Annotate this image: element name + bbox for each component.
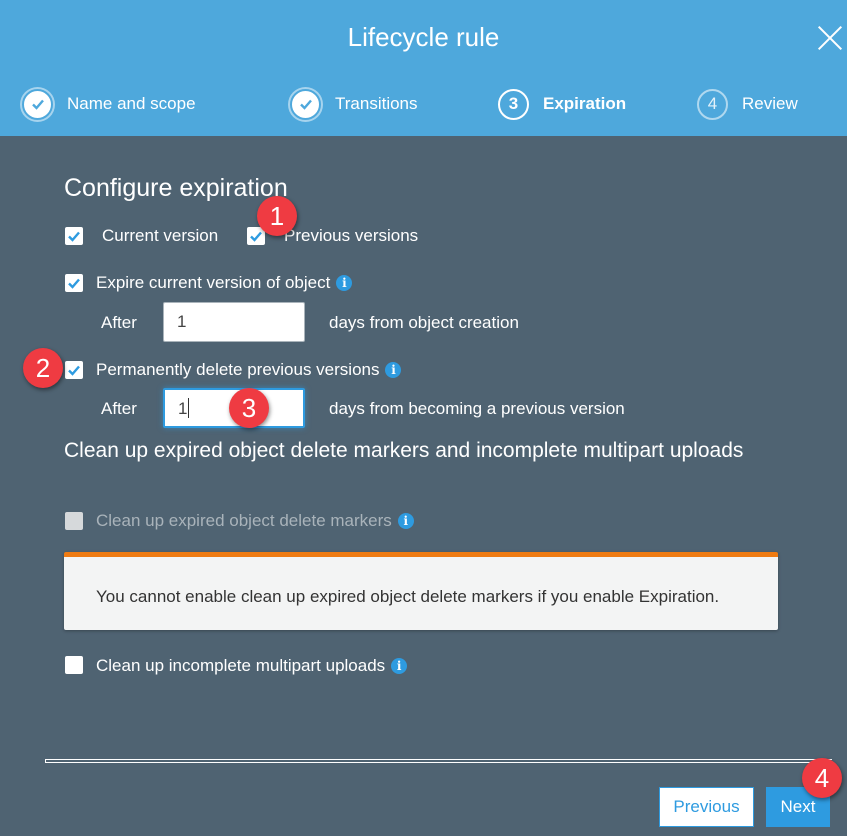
delete-previous-label: Permanently delete previous versions i — [96, 360, 402, 380]
previous-button[interactable]: Previous — [659, 787, 754, 827]
check-circle-icon — [290, 88, 321, 120]
step-label: Review — [742, 94, 798, 113]
step-transitions[interactable]: Transitions — [290, 88, 418, 120]
annotation-badge-3: 3 — [229, 388, 269, 428]
delete-markers-text: Clean up expired object delete markers — [96, 511, 392, 530]
input-value: 1 — [178, 399, 188, 418]
warning-alert: You cannot enable clean up expired objec… — [64, 552, 778, 630]
info-icon[interactable]: i — [336, 275, 353, 291]
info-icon[interactable]: i — [391, 658, 408, 674]
expire-current-text: Expire current version of object — [96, 273, 331, 292]
info-icon[interactable]: i — [397, 513, 414, 529]
delete-previous-checkbox[interactable] — [65, 361, 83, 379]
annotation-badge-2: 2 — [23, 348, 63, 388]
configure-expiration-heading: Configure expiration — [64, 174, 288, 202]
info-icon[interactable]: i — [385, 362, 402, 378]
multipart-text: Clean up incomplete multipart uploads — [96, 656, 386, 675]
cleanup-heading: Clean up expired object delete markers a… — [64, 439, 744, 462]
expire-current-suffix: days from object creation — [329, 313, 519, 332]
expire-current-checkbox[interactable] — [65, 274, 83, 292]
expire-current-days-input[interactable]: 1 — [163, 302, 305, 342]
check-circle-icon — [22, 88, 53, 120]
step-expiration[interactable]: 3 Expiration — [498, 88, 626, 120]
delete-markers-checkbox[interactable] — [65, 512, 83, 530]
multipart-checkbox[interactable] — [65, 656, 83, 674]
delete-previous-suffix: days from becoming a previous version — [329, 399, 625, 418]
step-name-and-scope[interactable]: Name and scope — [22, 88, 196, 120]
annotation-badge-4: 4 — [802, 758, 842, 798]
delete-previous-text: Permanently delete previous versions — [96, 360, 380, 379]
expire-current-label: Expire current version of object i — [96, 273, 353, 293]
dialog-header: Lifecycle rule Name and scope Transition… — [0, 0, 847, 136]
previous-versions-label: Previous versions — [284, 226, 419, 245]
current-version-checkbox[interactable] — [65, 227, 83, 245]
delete-markers-label: Clean up expired object delete markers i — [96, 511, 414, 531]
step-label: Expiration — [543, 94, 627, 113]
after-label: After — [101, 313, 137, 332]
close-icon[interactable] — [817, 25, 843, 51]
step-review[interactable]: 4 Review — [697, 88, 798, 120]
annotation-badge-1: 1 — [257, 196, 297, 236]
alert-message: You cannot enable clean up expired objec… — [96, 587, 720, 606]
dialog-title: Lifecycle rule — [347, 22, 500, 52]
step-label: Name and scope — [67, 94, 196, 113]
step-label: Transitions — [335, 94, 418, 113]
multipart-label: Clean up incomplete multipart uploads i — [96, 656, 408, 676]
after-label: After — [101, 399, 137, 418]
current-version-label: Current version — [102, 226, 219, 245]
text-caret — [188, 398, 190, 418]
footer-divider — [45, 759, 832, 763]
step-number-icon: 4 — [697, 88, 728, 120]
step-number-icon: 3 — [498, 88, 529, 120]
